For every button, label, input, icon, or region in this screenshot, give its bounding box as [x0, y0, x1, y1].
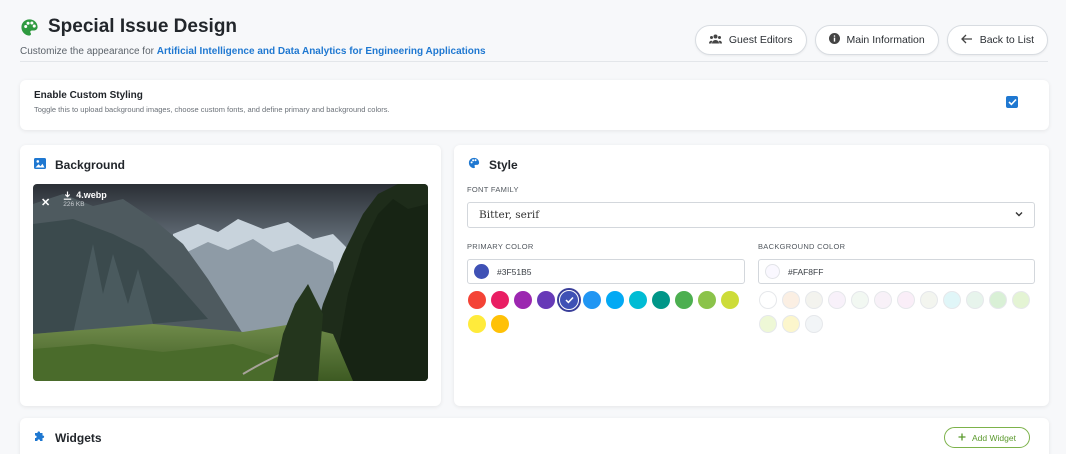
users-icon: [708, 34, 722, 47]
font-family-label: FONT FAMILY: [467, 185, 519, 194]
check-icon: [1007, 98, 1017, 106]
widgets-title: Widgets: [55, 431, 102, 445]
arrow-left-icon: [960, 34, 973, 47]
color-swatch[interactable]: [698, 291, 716, 309]
palette-icon: [468, 156, 480, 174]
color-swatch[interactable]: [805, 291, 823, 309]
background-color-swatches: [759, 291, 1039, 333]
color-swatch[interactable]: [675, 291, 693, 309]
add-widget-button[interactable]: Add Widget: [944, 427, 1030, 448]
color-swatch[interactable]: [759, 315, 777, 333]
header-actions: Guest Editors Main Information Back to L…: [694, 25, 1048, 55]
color-swatch[interactable]: [966, 291, 984, 309]
file-details: 4.webp 226 KB: [63, 190, 107, 209]
color-swatch[interactable]: [468, 315, 486, 333]
color-swatch[interactable]: [805, 315, 823, 333]
widgets-card-header: Widgets: [34, 429, 102, 447]
color-swatch[interactable]: [874, 291, 892, 309]
mountain-landscape-image: [33, 184, 428, 381]
color-swatch[interactable]: [782, 315, 800, 333]
guest-editors-button[interactable]: Guest Editors: [694, 25, 807, 55]
plus-icon: [958, 433, 966, 443]
download-icon: [64, 191, 72, 200]
back-to-list-button[interactable]: Back to List: [946, 25, 1048, 55]
color-swatch[interactable]: [1012, 291, 1030, 309]
font-family-select[interactable]: Bitter, serif: [467, 202, 1035, 228]
background-image-preview: ✕ 4.webp 226 KB: [33, 184, 428, 381]
primary-color-label: PRIMARY COLOR: [467, 242, 534, 251]
color-swatch[interactable]: [514, 291, 532, 309]
check-icon: [564, 296, 574, 304]
guest-editors-label: Guest Editors: [728, 34, 793, 46]
background-card: Background ✕ 4.webp 226 KB: [20, 145, 441, 406]
custom-styling-title: Enable Custom Styling: [34, 90, 143, 101]
color-swatch[interactable]: [851, 291, 869, 309]
custom-styling-description: Toggle this to upload background images,…: [34, 105, 390, 114]
color-swatch[interactable]: [828, 291, 846, 309]
primary-color-preview: [474, 264, 489, 279]
background-color-preview: [765, 264, 780, 279]
special-issue-name: Artificial Intelligence and Data Analyti…: [156, 46, 486, 57]
color-swatch[interactable]: [897, 291, 915, 309]
color-swatch[interactable]: [537, 291, 555, 309]
subtitle-prefix: Customize the appearance for: [20, 46, 154, 57]
widgets-card: Widgets Add Widget: [20, 418, 1049, 454]
color-swatch[interactable]: [491, 315, 509, 333]
puzzle-icon: [34, 429, 46, 447]
color-swatch[interactable]: [759, 291, 777, 309]
color-swatch[interactable]: [652, 291, 670, 309]
color-swatch[interactable]: [557, 288, 581, 312]
chevron-down-icon: [1014, 209, 1024, 222]
add-widget-label: Add Widget: [972, 432, 1016, 443]
font-family-value: Bitter, serif: [479, 209, 540, 221]
color-swatch[interactable]: [920, 291, 938, 309]
file-name: 4.webp: [76, 190, 107, 200]
color-swatch[interactable]: [943, 291, 961, 309]
color-swatch[interactable]: [491, 291, 509, 309]
file-size: 226 KB: [63, 201, 85, 208]
color-swatch[interactable]: [721, 291, 739, 309]
background-card-header: Background: [34, 156, 125, 174]
page-title: Special Issue Design: [48, 16, 238, 37]
color-swatch[interactable]: [629, 291, 647, 309]
style-card: Style FONT FAMILY Bitter, serif PRIMARY …: [454, 145, 1049, 406]
background-title: Background: [55, 158, 126, 172]
background-color-value: #FAF8FF: [788, 266, 824, 277]
color-swatch[interactable]: [782, 291, 800, 309]
color-swatch[interactable]: [989, 291, 1007, 309]
primary-color-swatches: [468, 288, 748, 333]
file-name-row[interactable]: 4.webp: [63, 190, 107, 200]
background-color-label: BACKGROUND COLOR: [758, 242, 846, 251]
custom-styling-card: Enable Custom Styling Toggle this to upl…: [20, 80, 1049, 130]
primary-color-input[interactable]: #3F51B5: [467, 259, 745, 284]
primary-color-value: #3F51B5: [497, 266, 532, 277]
file-info-overlay: ✕ 4.webp 226 KB: [41, 190, 107, 209]
style-title: Style: [489, 158, 518, 172]
back-to-list-label: Back to List: [979, 34, 1034, 46]
image-icon: [34, 156, 46, 174]
custom-styling-checkbox[interactable]: [1006, 96, 1018, 108]
background-color-input[interactable]: #FAF8FF: [758, 259, 1035, 284]
palette-icon: [20, 18, 39, 37]
main-information-label: Main Information: [846, 34, 925, 46]
color-swatch[interactable]: [606, 291, 624, 309]
color-swatch[interactable]: [468, 291, 486, 309]
color-swatch[interactable]: [583, 291, 601, 309]
page-header: Special Issue Design Customize the appea…: [20, 16, 1048, 62]
style-card-header: Style: [468, 156, 518, 174]
remove-image-button[interactable]: ✕: [41, 196, 50, 209]
main-information-button[interactable]: Main Information: [814, 25, 939, 55]
info-icon: [828, 33, 840, 47]
